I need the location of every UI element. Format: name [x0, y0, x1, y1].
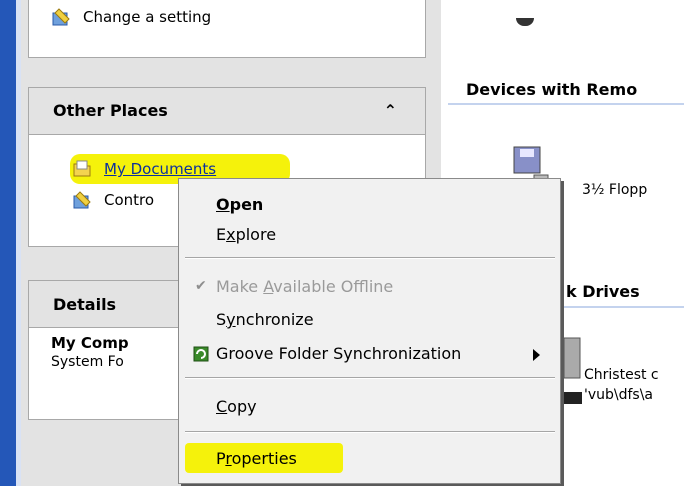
menu-properties-label: Properties [216, 449, 297, 468]
context-menu: Open Explore ✔ Make Available Offline Sy… [178, 178, 561, 484]
network-drive-label-1: Christest c [584, 367, 659, 383]
change-setting-label: Change a setting [83, 8, 212, 26]
other-places-header[interactable]: Other Places ⌃ [29, 88, 425, 135]
left-accent-strip [0, 0, 16, 486]
control-panel-icon [51, 7, 71, 27]
menu-item-properties[interactable]: Properties [179, 445, 560, 473]
change-setting-link[interactable]: Change a setting [51, 5, 211, 29]
folder-icon [72, 159, 92, 179]
menu-sync-label: Synchronize [216, 310, 314, 329]
floppy-drive-label: 3½ Flopp [582, 182, 648, 198]
checkmark-icon: ✔ [195, 278, 207, 294]
control-panel-link[interactable]: Contro [72, 188, 154, 212]
details-type: System Fo [51, 354, 124, 370]
menu-open-label: Open [216, 195, 264, 214]
menu-item-groove-folder-sync[interactable]: Groove Folder Synchronization [179, 340, 560, 368]
menu-groove-label: Groove Folder Synchronization [216, 344, 462, 363]
collapse-chevron-icon[interactable]: ⌃ [384, 101, 397, 120]
section-title-network-drives: k Drives [566, 282, 640, 301]
menu-item-open[interactable]: Open [179, 191, 560, 219]
control-panel-label: Contro [104, 191, 155, 209]
menu-separator [185, 377, 555, 379]
details-title: Details [53, 295, 117, 314]
menu-offline-label: Make Available Offline [216, 277, 394, 296]
system-tasks-box: Change a setting [28, 0, 426, 58]
menu-copy-label: Copy [216, 397, 257, 416]
details-name: My Comp [51, 334, 129, 352]
network-drive-icon [560, 330, 586, 414]
my-documents-label: My Documents [104, 160, 217, 178]
other-places-title: Other Places [53, 101, 168, 120]
menu-explore-label: Explore [216, 225, 277, 244]
section-title-removable: Devices with Remo [466, 80, 638, 99]
menu-separator [185, 257, 555, 259]
network-drive-label-2: 'vub\dfs\a [584, 387, 654, 403]
menu-item-make-available-offline: ✔ Make Available Offline [179, 273, 560, 301]
section-rule-removable [448, 103, 684, 105]
section-rule-network [560, 306, 684, 308]
groove-icon [193, 346, 209, 366]
menu-item-synchronize[interactable]: Synchronize [179, 306, 560, 334]
menu-item-explore[interactable]: Explore [179, 221, 560, 249]
right-pane-top-icon [516, 18, 534, 26]
submenu-arrow-icon [533, 349, 540, 361]
menu-item-copy[interactable]: Copy [179, 393, 560, 421]
menu-separator [185, 431, 555, 433]
control-panel-icon [72, 190, 92, 210]
